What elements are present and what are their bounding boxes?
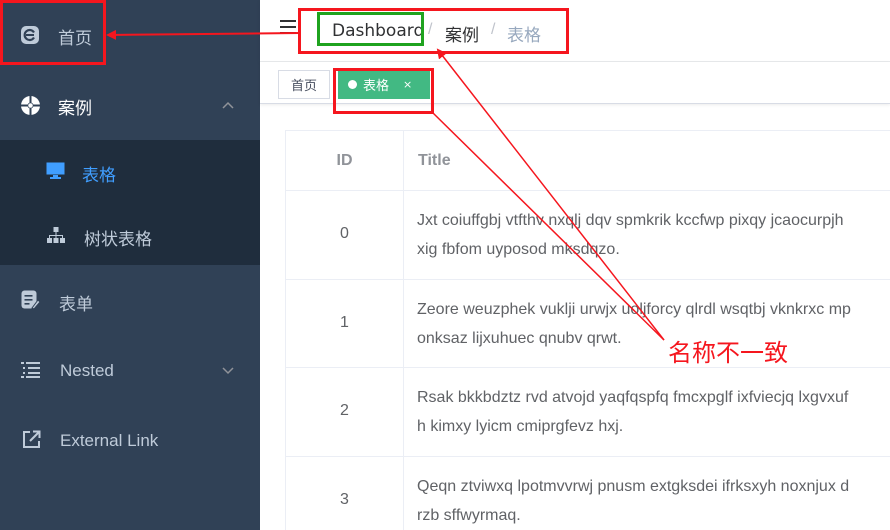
sidebar-item-external-link[interactable]: External Link (0, 405, 260, 475)
chevron-up-icon (222, 98, 234, 112)
cell-title-line: onksaz lijxuhuec qnubv qrwt. (417, 330, 622, 347)
target-icon (20, 95, 41, 116)
table-row: 0 Jxt coiuffgbj vtfthv nxqlj dqv spmkrik… (286, 191, 890, 280)
header-id[interactable]: ID (286, 131, 403, 191)
table-row: 1 Zeore weuzphek vuklji urwjx uoljforcy … (286, 280, 890, 368)
data-table: ID Title 0 Jxt coiuffgbj vtfthv nxqlj dq… (285, 130, 890, 530)
sidebar-item-examples[interactable]: 案例 (0, 70, 260, 140)
sidebar-item-nested[interactable]: Nested (0, 335, 260, 405)
monitor-icon (46, 162, 65, 179)
table-row: 3 Qeqn ztviwxq lpotmvvrwj pnusm extgksde… (286, 457, 890, 530)
annotation-note: 名称不一致 (668, 339, 788, 367)
table-header: ID Title (286, 131, 890, 191)
tree-icon (47, 227, 65, 244)
sidebar-item-form[interactable]: 表单 (0, 265, 260, 335)
sidebar-item-table-label: 表格 (82, 166, 116, 186)
cell-title-line: rzb sffwyrmaq. (417, 507, 521, 524)
table-row: 2 Rsak bkkbdztz rvd atvojd yaqfqspfq fmc… (286, 368, 890, 457)
sidebar-item-form-label: 表单 (59, 295, 93, 315)
hamburger-icon[interactable] (280, 20, 296, 36)
cell-title-line: xig fbfom uyposod mksdqzo. (417, 241, 620, 258)
sidebar: 首页 案例 表格 树状表格 表单 Nested External Link (0, 0, 260, 530)
sidebar-item-nested-label: Nested (60, 361, 114, 380)
sidebar-item-table[interactable]: 表格 (0, 140, 260, 203)
cell-title-line: Rsak bkkbdztz rvd atvojd yaqfqspfq fmcxp… (417, 389, 849, 406)
cell-id: 0 (340, 225, 349, 242)
tag-home-label: 首页 (290, 79, 317, 94)
external-link-icon (22, 430, 41, 449)
cell-id: 2 (340, 402, 349, 419)
form-icon (21, 290, 40, 310)
sidebar-item-tree-table[interactable]: 树状表格 (0, 203, 260, 265)
sidebar-item-external-link-label: External Link (60, 431, 159, 450)
chevron-down-icon (222, 364, 234, 378)
cell-title-line: Jxt coiuffgbj vtfthv nxqlj dqv spmkrik k… (417, 212, 844, 229)
cell-id: 1 (340, 314, 349, 331)
cell-title-line: h kimxy lyicm cmiprgfevz hxj. (417, 418, 624, 435)
nested-list-icon (21, 361, 40, 379)
annotation-box-tag (333, 68, 434, 114)
cell-id: 3 (340, 491, 349, 508)
cell-title-line: Qeqn ztviwxq lpotmvvrwj pnusm extgksdei … (417, 478, 850, 495)
header-title[interactable]: Title (418, 131, 451, 191)
cell-title-line: Zeore weuzphek vuklji urwjx uoljforcy ql… (417, 301, 851, 318)
annotation-box-dashboard (317, 12, 424, 46)
sidebar-item-examples-label: 案例 (58, 99, 92, 119)
annotation-box-home (0, 0, 106, 65)
tag-home[interactable]: 首页 (278, 70, 330, 99)
sidebar-item-tree-table-label: 树状表格 (84, 230, 152, 250)
